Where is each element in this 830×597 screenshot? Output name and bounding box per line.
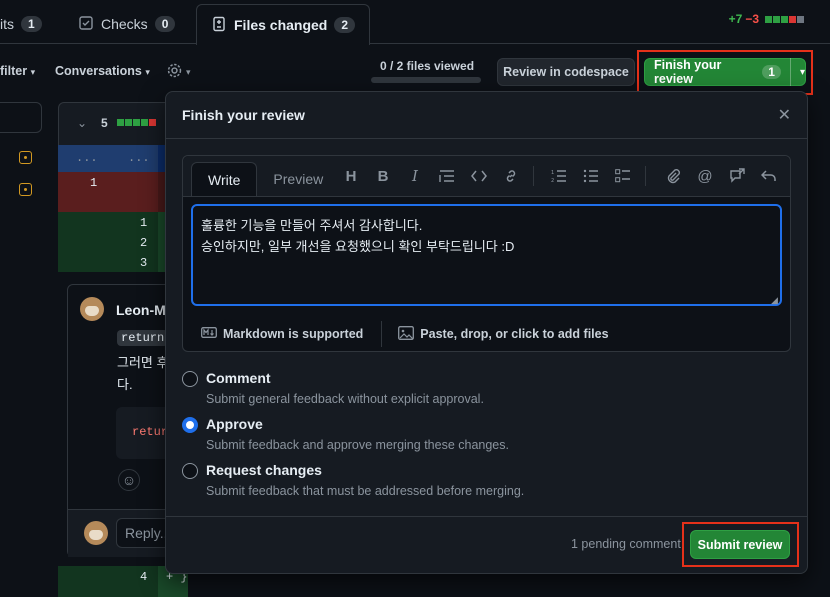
tab-commits-label: its [0,16,14,32]
tab-files-count: 2 [334,17,356,33]
chevron-down-icon[interactable]: ⌄ [77,116,87,130]
file-modified-icon [19,151,32,164]
quote-icon[interactable] [437,166,457,186]
diff-line-removed: 1 [58,172,158,212]
option-comment-title[interactable]: Comment [206,370,271,386]
tab-checks-count: 0 [154,16,176,32]
option-request-changes-title[interactable]: Request changes [206,462,322,478]
filter-label: filter [0,64,28,78]
files-viewed-text: 0 / 2 files viewed [379,59,475,73]
file-modified-icon [19,183,32,196]
diffstat-removed: −3 [745,12,759,26]
reply-area: Reply... [68,509,176,557]
file-tree-filter-input[interactable] [0,102,42,133]
tab-checks[interactable]: Checks 0 [78,4,176,44]
line-number: 4 [140,570,148,584]
line-number: 1 [90,176,98,190]
resize-handle-icon[interactable]: ◢ [771,295,778,306]
svg-text:1: 1 [551,170,554,176]
diffstat: +7 −3 [729,12,804,26]
option-comment-desc: Submit general feedback without explicit… [206,392,484,406]
review-comment-editor: Write Preview H B I 12 @ 훌륭한 기능을 만들어 주셔서… [182,155,791,352]
hunk-header[interactable]: ... ... [58,145,158,172]
caret-down-icon: ▾ [145,67,150,77]
comment-inline-code: return [117,330,169,346]
file-filter-menu[interactable]: filter ▾ [0,64,35,78]
unordered-list-icon[interactable] [581,166,601,186]
review-body-textarea[interactable]: 훌륭한 기능을 만들어 주셔서 감사합니다. 승인하지만, 일부 개선을 요청했… [191,204,782,306]
attach-icon[interactable] [663,166,683,186]
undo-icon[interactable] [759,166,779,186]
code-icon[interactable] [469,166,489,186]
conversations-menu[interactable]: Conversations ▾ [55,64,150,78]
hunk-marker-left: ... [76,151,98,165]
finish-review-highlight [637,50,813,95]
tab-write[interactable]: Write [191,162,258,196]
markdown-support-link[interactable]: Markdown is supported [201,327,363,341]
checks-icon [78,15,94,34]
option-approve-desc: Submit feedback and approve merging thes… [206,438,509,452]
files-viewed-progress [371,77,481,83]
submit-review-highlight [682,522,799,567]
attach-files-button[interactable]: Paste, drop, or click to add files [398,325,609,343]
option-request-changes-desc: Submit feedback that must be addressed b… [206,484,525,498]
caret-down-icon: ▾ [30,67,36,77]
avatar [80,297,104,321]
link-icon[interactable] [501,166,521,186]
tab-commits[interactable]: its 1 [0,4,42,44]
radio-request-changes[interactable] [182,463,198,479]
line-number: 3 [140,256,148,270]
diff-settings-button[interactable]: ▾ [166,62,191,82]
review-in-codespace-button[interactable]: Review in codespace [497,58,635,86]
pending-comments-text: 1 pending comment [571,537,681,551]
tab-files-changed[interactable]: Files changed 2 [196,4,371,45]
tab-commits-count: 1 [21,16,42,32]
diff-lines-added: 1 2 3 [58,212,158,272]
editor-footer: Markdown is supported Paste, drop, or cl… [183,316,790,352]
line-number: 1 [140,216,148,230]
svg-text:2: 2 [551,178,554,183]
tab-files-label: Files changed [234,17,328,33]
mention-icon[interactable]: @ [695,166,715,186]
file-diffstat-bar [117,119,156,126]
radio-approve[interactable] [182,417,198,433]
dialog-title: Finish your review [182,107,305,123]
diffstat-added: +7 [728,12,743,26]
option-approve-title[interactable]: Approve [206,416,263,432]
comment-text-line: 그러면 후 [117,355,169,370]
comment-text-line: 다. [117,377,133,392]
numbered-list-icon[interactable]: 12 [549,166,569,186]
caret-down-icon: ▾ [186,66,191,77]
task-list-icon[interactable] [613,166,633,186]
file-header: ⌄ 5 [58,102,168,145]
tab-preview[interactable]: Preview [257,162,339,196]
diffstat-bar [765,15,804,23]
file-change-count: 5 [101,116,108,130]
bold-icon[interactable]: B [373,166,393,186]
radio-comment[interactable] [182,371,198,387]
close-icon[interactable]: ✕ [778,105,791,125]
cross-reference-icon[interactable] [727,166,747,186]
review-comment-thread: Leon-M return 그러면 후 다. retur ☺ Reply... [67,284,178,557]
markdown-icon [201,327,217,341]
dialog-header: Finish your review ✕ [166,92,807,139]
hunk-marker-right: ... [128,151,150,165]
add-reaction-icon[interactable]: ☺ [118,469,140,491]
finish-review-dialog: Finish your review ✕ Write Preview H B I… [165,91,808,574]
markdown-label: Markdown is supported [223,327,364,341]
image-icon [398,325,415,343]
line-number: 2 [140,236,148,250]
heading-icon[interactable]: H [341,166,361,186]
conversations-label: Conversations [55,64,142,78]
avatar [84,521,108,545]
file-diff-icon [211,16,227,35]
gear-icon [166,62,183,82]
attach-files-label: Paste, drop, or click to add files [420,327,609,341]
diff-line-added: 4 [58,566,158,597]
tab-checks-label: Checks [101,16,148,32]
comment-author[interactable]: Leon-M [116,302,166,318]
code-keyword: retur [132,425,169,439]
italic-icon[interactable]: I [405,166,425,186]
pr-tab-bar: its 1 Checks 0 Files changed 2 +7 −3 [0,0,830,45]
